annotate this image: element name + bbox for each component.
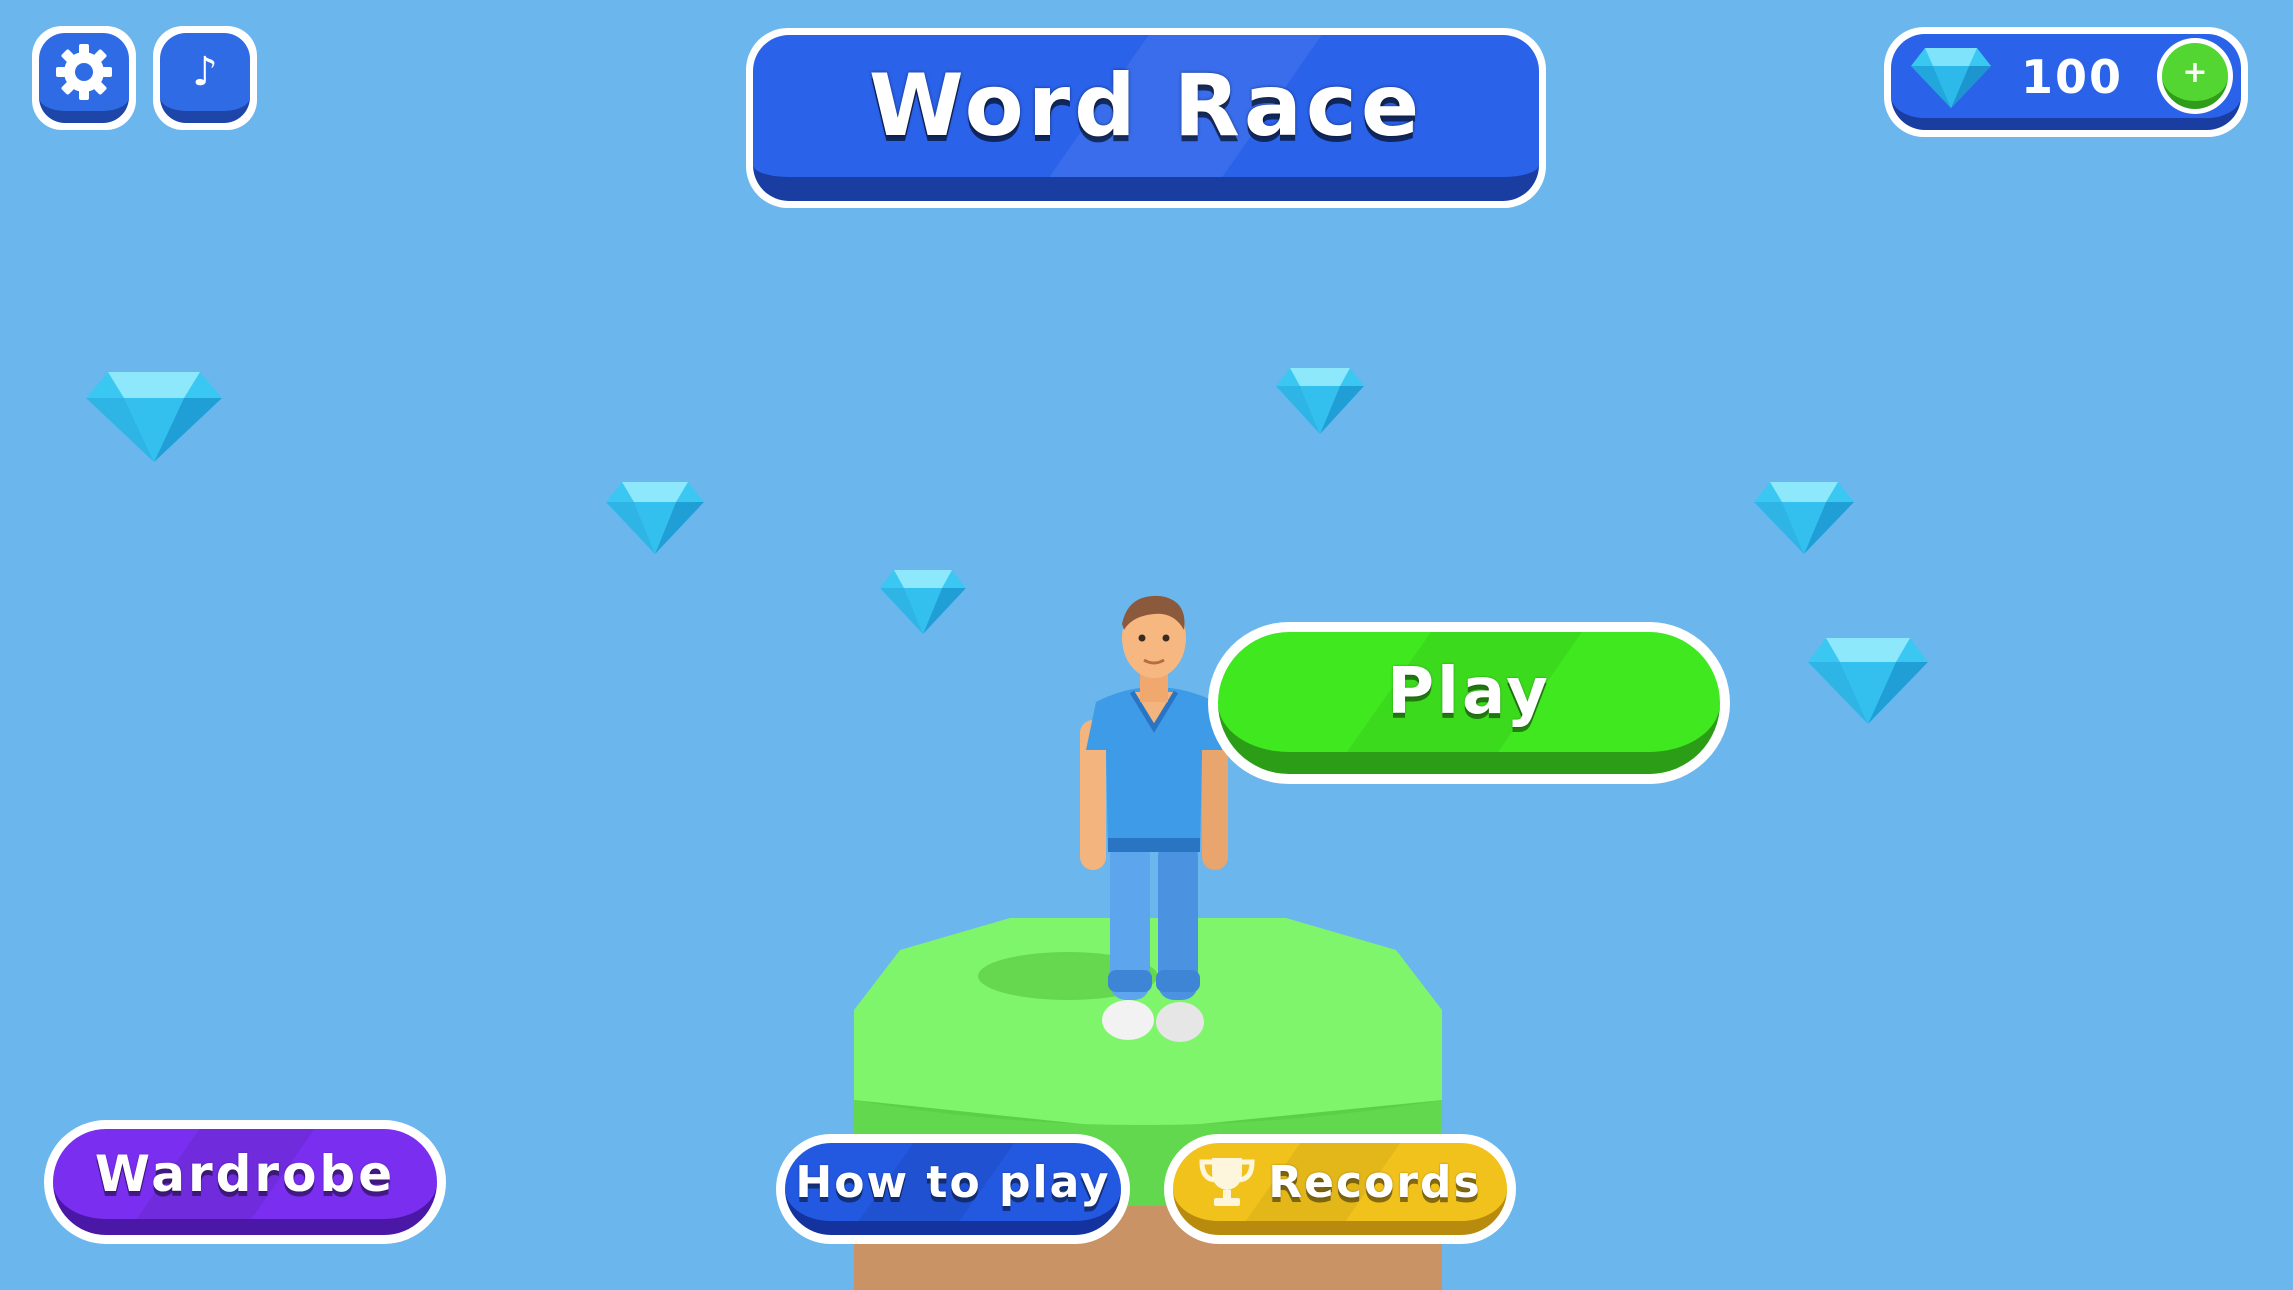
play-button[interactable]: Play — [1208, 622, 1730, 784]
diamond-icon — [880, 570, 966, 634]
plus-icon: + — [2182, 54, 2208, 90]
diamond-icon — [606, 482, 704, 554]
records-button-label: Records — [1268, 1156, 1482, 1208]
diamond-icon — [1754, 482, 1854, 554]
title-banner: Word Race — [746, 28, 1546, 208]
add-gems-button[interactable]: + — [2157, 38, 2233, 114]
gem-count: 100 — [2021, 50, 2124, 104]
diamond-icon — [1276, 368, 1364, 434]
music-button[interactable]: ♪ — [153, 26, 257, 130]
gear-icon — [56, 44, 112, 100]
how-to-play-button-label: How to play — [795, 1156, 1111, 1208]
how-to-play-button[interactable]: How to play — [776, 1134, 1130, 1244]
records-button[interactable]: Records — [1164, 1134, 1516, 1244]
play-button-label: Play — [1387, 655, 1551, 729]
diamond-icon — [1808, 638, 1928, 724]
settings-button[interactable] — [32, 26, 136, 130]
wardrobe-button-label: Wardrobe — [94, 1145, 396, 1203]
gem-counter: 100 + — [1884, 27, 2248, 137]
wardrobe-button[interactable]: Wardrobe — [44, 1120, 446, 1244]
diamond-icon — [1911, 48, 1991, 108]
music-note-icon: ♪ — [192, 49, 218, 95]
game-title: Word Race — [868, 56, 1424, 156]
trophy-icon — [1199, 1158, 1255, 1206]
player-character — [1080, 595, 1228, 1042]
diamond-icon — [86, 372, 222, 462]
